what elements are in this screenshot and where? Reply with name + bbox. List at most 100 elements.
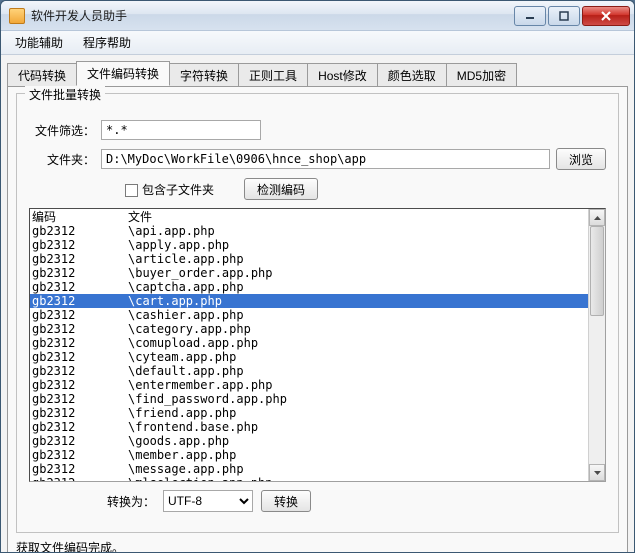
cell-encoding: gb2312 [32,448,128,462]
cell-encoding: gb2312 [32,350,128,364]
filter-row: 文件筛选： [29,120,606,140]
scroll-down-button[interactable] [589,464,605,481]
menu-program-help[interactable]: 程序帮助 [73,32,141,53]
tab-code-convert[interactable]: 代码转换 [7,63,77,87]
filter-label: 文件筛选： [29,122,101,139]
list-row[interactable]: gb2312\entermember.app.php [30,378,605,392]
close-icon [600,11,612,21]
include-subfolders-checkbox[interactable]: 包含子文件夹 [125,181,214,198]
convert-row: 转换为： UTF-8 转换 [107,490,606,512]
cell-encoding: gb2312 [32,476,128,482]
tab-color-picker[interactable]: 颜色选取 [377,63,447,87]
cell-file: \entermember.app.php [128,378,603,392]
list-row[interactable]: gb2312\article.app.php [30,252,605,266]
cell-file: \cyteam.app.php [128,350,603,364]
cell-encoding: gb2312 [32,336,128,350]
cell-file: \default.app.php [128,364,603,378]
folder-label: 文件夹： [29,151,101,168]
cell-file: \friend.app.php [128,406,603,420]
maximize-icon [559,11,569,21]
cell-file: \frontend.base.php [128,420,603,434]
folder-input[interactable] [101,149,550,169]
tab-row: 代码转换 文件编码转换 字符转换 正则工具 Host修改 颜色选取 MD5加密 [1,55,634,86]
cell-file: \category.app.php [128,322,603,336]
cell-encoding: gb2312 [32,392,128,406]
scroll-up-button[interactable] [589,209,605,226]
scroll-track[interactable] [589,316,605,464]
cell-file: \cashier.app.php [128,308,603,322]
list-row[interactable]: gb2312\cashier.app.php [30,308,605,322]
cell-encoding: gb2312 [32,420,128,434]
convert-button[interactable]: 转换 [261,490,311,512]
list-row[interactable]: gb2312\captcha.app.php [30,280,605,294]
cell-file: \cart.app.php [128,294,603,308]
batch-convert-group: 文件批量转换 文件筛选： 文件夹： 浏览 包含子文件夹 检测编码 [16,93,619,533]
file-listbox[interactable]: 编码 文件 gb2312\api.app.phpgb2312\apply.app… [29,208,606,482]
cell-encoding: gb2312 [32,406,128,420]
window-title: 软件开发人员助手 [31,7,512,24]
list-row[interactable]: gb2312\goods.app.php [30,434,605,448]
tab-md5-encrypt[interactable]: MD5加密 [446,63,517,87]
list-row[interactable]: gb2312\apply.app.php [30,238,605,252]
target-encoding-select[interactable]: UTF-8 [163,490,253,512]
cell-encoding: gb2312 [32,364,128,378]
list-row[interactable]: gb2312\cart.app.php [30,294,605,308]
app-icon [9,8,25,24]
list-row[interactable]: gb2312\api.app.php [30,224,605,238]
browse-button[interactable]: 浏览 [556,148,606,170]
list-row[interactable]: gb2312\message.app.php [30,462,605,476]
cell-encoding: gb2312 [32,266,128,280]
menu-function-assist[interactable]: 功能辅助 [5,32,73,53]
filter-input[interactable] [101,120,261,140]
cell-encoding: gb2312 [32,252,128,266]
tab-file-encoding-convert[interactable]: 文件编码转换 [76,61,170,86]
client-area: 代码转换 文件编码转换 字符转换 正则工具 Host修改 颜色选取 MD5加密 … [1,55,634,553]
maximize-button[interactable] [548,6,580,26]
cell-encoding: gb2312 [32,434,128,448]
cell-encoding: gb2312 [32,238,128,252]
list-row[interactable]: gb2312\member.app.php [30,448,605,462]
cell-encoding: gb2312 [32,280,128,294]
list-row[interactable]: gb2312\cyteam.app.php [30,350,605,364]
tab-char-convert[interactable]: 字符转换 [169,63,239,87]
window-buttons [512,6,630,26]
cell-encoding: gb2312 [32,378,128,392]
scrollbar-vertical[interactable] [588,209,605,481]
cell-encoding: gb2312 [32,224,128,238]
scroll-thumb[interactable] [590,226,604,316]
group-legend: 文件批量转换 [25,86,105,103]
cell-file: \mlselection.app.php [128,476,603,482]
detect-encoding-button[interactable]: 检测编码 [244,178,318,200]
cell-file: \find_password.app.php [128,392,603,406]
minimize-button[interactable] [514,6,546,26]
checkbox-icon [125,184,138,197]
col-encoding: 编码 [32,210,128,224]
cell-file: \buyer_order.app.php [128,266,603,280]
titlebar[interactable]: 软件开发人员助手 [1,1,634,31]
list-row[interactable]: gb2312\find_password.app.php [30,392,605,406]
options-row: 包含子文件夹 检测编码 [125,178,606,200]
list-header: 编码 文件 [30,210,605,224]
cell-encoding: gb2312 [32,462,128,476]
col-file: 文件 [128,210,603,224]
folder-row: 文件夹： 浏览 [29,148,606,170]
tab-regex-tool[interactable]: 正则工具 [238,63,308,87]
close-button[interactable] [582,6,630,26]
list-row[interactable]: gb2312\friend.app.php [30,406,605,420]
list-row[interactable]: gb2312\frontend.base.php [30,420,605,434]
cell-file: \member.app.php [128,448,603,462]
list-row[interactable]: gb2312\buyer_order.app.php [30,266,605,280]
list-row[interactable]: gb2312\mlselection.app.php [30,476,605,482]
cell-encoding: gb2312 [32,308,128,322]
tab-host-edit[interactable]: Host修改 [307,63,378,87]
list-row[interactable]: gb2312\default.app.php [30,364,605,378]
cell-file: \goods.app.php [128,434,603,448]
cell-file: \message.app.php [128,462,603,476]
chevron-down-icon [594,471,601,475]
include-subfolders-label: 包含子文件夹 [142,183,214,197]
convert-to-label: 转换为： [107,493,155,510]
list-row[interactable]: gb2312\comupload.app.php [30,336,605,350]
list-row[interactable]: gb2312\category.app.php [30,322,605,336]
cell-file: \captcha.app.php [128,280,603,294]
status-text: 获取文件编码完成。 [16,539,619,553]
